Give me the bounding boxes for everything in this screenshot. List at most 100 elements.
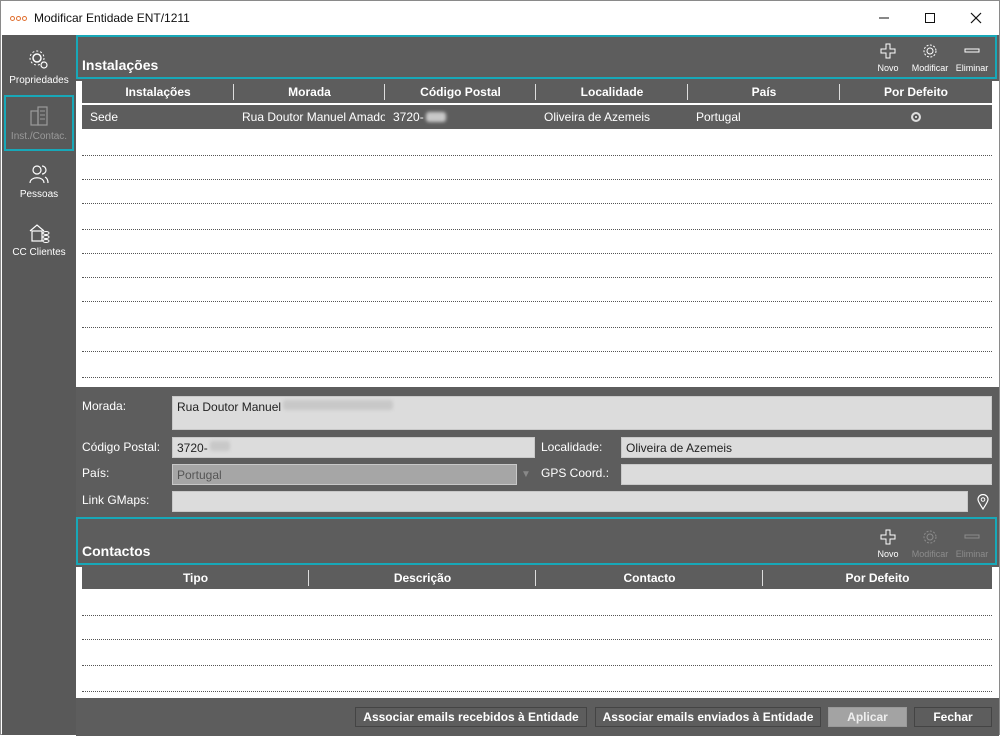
grid-row-divider <box>82 203 992 204</box>
plus-icon <box>880 41 896 61</box>
column-header-label: Morada <box>288 85 331 99</box>
pais-label: País: <box>82 466 110 480</box>
column-header[interactable]: Tipo <box>82 567 309 589</box>
codigo-postal-field[interactable]: 3720- <box>172 437 535 458</box>
localidade-field[interactable]: Oliveira de Azemeis <box>621 437 992 458</box>
column-header[interactable]: Instalações <box>82 81 234 103</box>
contactos-header: Contactos Novo Modificar Eliminar <box>76 517 997 565</box>
cc-icon <box>27 221 51 243</box>
column-header-label: Localidade <box>580 85 644 99</box>
pais-select[interactable]: Portugal <box>172 464 517 485</box>
instalacoes-modificar-button[interactable]: Modificar <box>909 41 951 73</box>
grid-row-divider <box>82 277 992 278</box>
column-header-label: Por Defeito <box>845 571 910 585</box>
contactos-title: Contactos <box>82 543 151 559</box>
grid-row-divider <box>82 155 992 156</box>
contactos-grid: Tipo Descrição Contacto Por Defeito <box>76 567 999 698</box>
grid-row-divider <box>82 229 992 230</box>
column-header-label: Contacto <box>623 571 676 585</box>
column-header[interactable]: Localidade <box>536 81 688 103</box>
associar-emails-recebidos-button[interactable]: Associar emails recebidos à Entidade <box>355 707 587 727</box>
gps-label: GPS Coord.: <box>541 466 610 480</box>
gmaps-label: Link GMaps: <box>82 493 150 507</box>
sidebar-item-label: Inst./Contac. <box>10 130 68 142</box>
chevron-down-icon[interactable]: ▼ <box>517 464 535 485</box>
grid-row-divider <box>82 253 992 254</box>
associar-emails-enviados-button[interactable]: Associar emails enviados à Entidade <box>595 707 821 727</box>
column-header-label: País <box>751 85 777 99</box>
sidebar-item-inst-contac[interactable]: Inst./Contac. <box>4 95 74 151</box>
localidade-label: Localidade: <box>541 440 603 454</box>
column-header[interactable]: Descrição <box>309 567 536 589</box>
instalacoes-title: Instalações <box>82 57 159 73</box>
instalacoes-eliminar-button[interactable]: Eliminar <box>951 41 993 73</box>
morada-value: Rua Doutor Manuel <box>177 400 282 414</box>
maximize-icon <box>925 13 935 23</box>
gears-icon <box>27 49 51 71</box>
column-header[interactable]: Contacto <box>536 567 763 589</box>
contactos-eliminar-button[interactable]: Eliminar <box>951 527 993 559</box>
contactos-novo-button[interactable]: Novo <box>867 527 909 559</box>
column-header[interactable]: Morada <box>234 81 385 103</box>
app-logo-icon <box>10 13 28 23</box>
close-button[interactable] <box>953 1 999 35</box>
people-icon <box>27 163 51 185</box>
cell-localidade: Oliveira de Azemeis <box>544 110 651 124</box>
aplicar-button[interactable]: Aplicar <box>828 707 907 727</box>
morada-field[interactable]: Rua Doutor Manuel <box>172 396 992 430</box>
codigo-postal-value: 3720- <box>177 441 208 455</box>
column-header[interactable]: País <box>688 81 840 103</box>
map-pin-icon[interactable] <box>973 491 993 512</box>
dialog-window: Modificar Entidade ENT/1211 Propriedades <box>0 0 1000 736</box>
plus-icon <box>880 527 896 547</box>
column-header[interactable]: Código Postal <box>385 81 536 103</box>
gps-field[interactable] <box>621 464 992 485</box>
contactos-grid-header: Tipo Descrição Contacto Por Defeito <box>82 567 992 589</box>
novo-label: Novo <box>877 549 899 559</box>
grid-row-divider <box>82 665 992 666</box>
grid-row-divider <box>82 301 992 302</box>
gmaps-field[interactable] <box>172 491 968 512</box>
default-radio[interactable] <box>911 112 921 122</box>
minimize-icon <box>879 17 889 19</box>
maximize-button[interactable] <box>907 1 953 35</box>
sidebar-item-propriedades[interactable]: Propriedades <box>4 39 74 95</box>
grid-row-divider <box>82 615 992 616</box>
grid-row-divider <box>82 639 992 640</box>
column-header[interactable]: Por Defeito <box>763 567 992 589</box>
sidebar-item-label: CC Clientes <box>12 246 66 258</box>
close-icon <box>970 12 982 24</box>
cell-instalacao: Sede <box>90 110 119 124</box>
window-title: Modificar Entidade ENT/1211 <box>34 11 190 25</box>
column-header-label: Tipo <box>182 571 209 585</box>
novo-label: Novo <box>877 63 899 73</box>
building-icon <box>27 105 51 127</box>
column-header-label: Descrição <box>393 571 452 585</box>
contactos-modificar-button[interactable]: Modificar <box>909 527 951 559</box>
grid-row-divider <box>82 179 992 180</box>
column-header-label: Por Defeito <box>883 85 948 99</box>
sidebar-item-cc-clientes[interactable]: CC Clientes <box>4 211 74 267</box>
title-bar: Modificar Entidade ENT/1211 <box>1 1 999 35</box>
column-header[interactable]: Por Defeito <box>840 81 992 103</box>
table-row[interactable]: Sede Rua Doutor Manuel Amado 3720- Olive… <box>82 105 992 129</box>
sidebar: Propriedades Inst./Contac. Pessoas CC Cl… <box>2 35 76 735</box>
instalacoes-novo-button[interactable]: Novo <box>867 41 909 73</box>
modificar-label: Modificar <box>911 63 949 73</box>
gear-icon <box>922 41 938 61</box>
column-header-label: Código Postal <box>420 85 501 99</box>
morada-label: Morada: <box>82 399 127 413</box>
minus-icon <box>964 527 980 547</box>
instalacoes-header: Instalações Novo Modificar Eliminar <box>76 35 997 79</box>
cell-pais: Portugal <box>696 110 741 124</box>
fechar-button[interactable]: Fechar <box>914 707 992 727</box>
cell-codigo-postal-text: 3720- <box>393 110 424 124</box>
column-header-label: Instalações <box>125 85 191 99</box>
cell-por-defeito[interactable] <box>840 105 992 129</box>
sidebar-item-pessoas[interactable]: Pessoas <box>4 153 74 209</box>
eliminar-label: Eliminar <box>955 549 989 559</box>
eliminar-label: Eliminar <box>955 63 989 73</box>
cell-morada: Rua Doutor Manuel Amado <box>242 110 385 124</box>
minimize-button[interactable] <box>861 1 907 35</box>
sidebar-item-label: Pessoas <box>19 188 59 200</box>
